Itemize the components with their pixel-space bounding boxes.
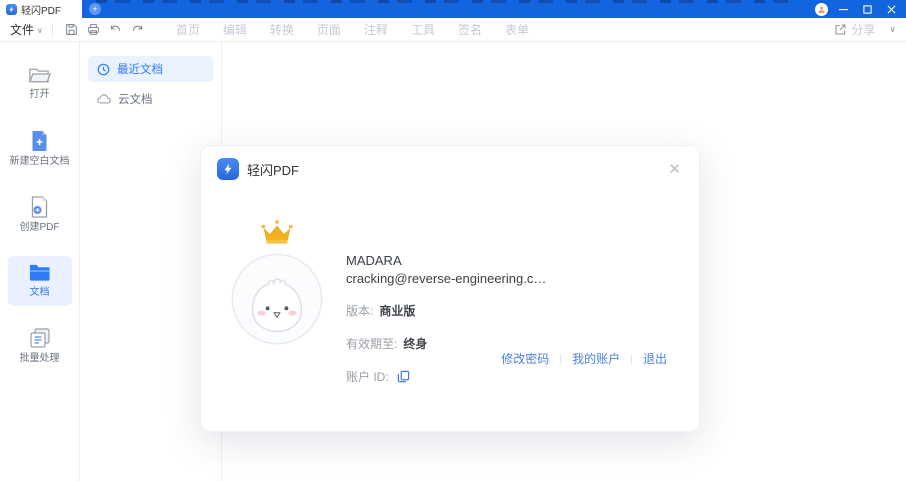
close-button[interactable] — [882, 2, 900, 16]
maximize-button[interactable] — [858, 2, 876, 16]
batch-process-icon — [29, 328, 50, 348]
sidebar-item-batch-process[interactable]: 批量处理 — [8, 320, 72, 373]
collapse-toolbar-chevron-icon[interactable]: ∨ — [889, 24, 896, 35]
redo-button[interactable] — [128, 21, 148, 39]
sidebar-item-label: 文档 — [29, 286, 50, 298]
menu-tab-forms[interactable]: 表单 — [505, 21, 529, 38]
logout-link[interactable]: 退出 — [643, 350, 667, 367]
app-tab-title: 轻闪PDF — [21, 5, 61, 17]
sidebar-item-open[interactable]: 打开 — [8, 58, 72, 109]
titlebar: 轻闪PDF + — [0, 0, 906, 18]
menu-tab-edit[interactable]: 编辑 — [223, 21, 247, 38]
app-logo-icon — [6, 3, 17, 15]
new-blank-doc-icon — [32, 130, 47, 151]
change-password-link[interactable]: 修改密码 — [501, 350, 549, 367]
version-row: 版本: 商业版 — [346, 302, 546, 319]
sidebar: 打开 新建空白文档 创建PDF 文档 批量处理 — [0, 42, 80, 481]
menu-tab-tools[interactable]: 工具 — [411, 21, 435, 38]
account-id-label: 账户 ID: — [346, 370, 389, 384]
user-avatar-icon[interactable] — [815, 2, 828, 16]
menu-tab-sign[interactable]: 签名 — [458, 21, 482, 38]
version-value: 商业版 — [379, 304, 416, 318]
toolbar: 文件 ∨ 首页 编辑 转换 页面 注释 工具 签名 表单 分享 ∨ — [0, 18, 906, 42]
sidebar-item-new-blank-doc[interactable]: 新建空白文档 — [8, 123, 72, 176]
copy-account-id-button[interactable] — [397, 370, 410, 383]
sidebar-item-create-pdf[interactable]: 创建PDF — [8, 189, 72, 242]
sidebar-item-label: 新建空白文档 — [9, 155, 70, 167]
sidebar-item-label: 打开 — [29, 89, 50, 100]
cloud-icon — [97, 94, 111, 104]
panel-item-label: 云文档 — [118, 94, 153, 106]
dialog-title: 轻闪PDF — [247, 162, 300, 178]
account-name: MADARA — [346, 253, 402, 268]
copy-icon — [397, 370, 409, 383]
link-divider: | — [559, 352, 563, 365]
app-tab[interactable]: 轻闪PDF — [0, 0, 82, 18]
menu-tabs: 首页 编辑 转换 页面 注释 工具 签名 表单 — [176, 21, 529, 38]
file-menu-button[interactable]: 文件 ∨ — [10, 21, 43, 38]
clock-icon — [97, 63, 110, 75]
open-folder-icon — [29, 68, 51, 83]
share-edit-icon — [835, 24, 846, 35]
undo-button[interactable] — [106, 21, 126, 39]
minimize-button[interactable] — [834, 2, 852, 16]
menu-tab-annotate[interactable]: 注释 — [364, 21, 388, 38]
sidebar-item-label: 创建PDF — [19, 222, 60, 233]
menu-tab-pages[interactable]: 页面 — [317, 21, 341, 38]
version-label: 版本: — [346, 304, 374, 318]
account-id-row: 账户 ID: — [346, 368, 546, 385]
panel-item-label: 最近文档 — [117, 64, 163, 76]
account-email: cracking@reverse-engineering.c… — [346, 271, 547, 286]
file-menu-label: 文件 — [10, 23, 35, 37]
save-button[interactable] — [62, 21, 82, 39]
chevron-down-icon: ∨ — [37, 26, 43, 35]
dialog-app-logo-icon — [217, 158, 239, 180]
share-button[interactable]: 分享 — [834, 21, 875, 38]
new-tab-button[interactable]: + — [89, 3, 101, 15]
account-dialog: 轻闪PDF ✕ MADARA cracking@reverse-engineer… — [200, 145, 700, 432]
avatar-character-image — [231, 253, 323, 345]
dialog-close-icon[interactable]: ✕ — [664, 160, 685, 179]
sidebar-item-label: 批量处理 — [19, 353, 60, 364]
toolbar-divider — [51, 23, 53, 36]
panel-item-cloud-docs[interactable]: 云文档 — [88, 86, 213, 112]
create-pdf-icon — [31, 196, 48, 218]
crown-icon — [259, 219, 295, 252]
documents-folder-icon — [29, 264, 50, 281]
print-button[interactable] — [84, 21, 104, 39]
panel-item-recent-docs[interactable]: 最近文档 — [88, 56, 213, 82]
menu-tab-home[interactable]: 首页 — [176, 21, 200, 38]
expiry-label: 有效期至: — [346, 337, 398, 351]
titlebar-clipped-text — [96, 0, 796, 3]
expiry-value: 终身 — [403, 337, 428, 351]
share-label: 分享 — [851, 23, 876, 37]
account-avatar — [230, 220, 324, 346]
sidebar-item-documents[interactable]: 文档 — [7, 255, 72, 306]
my-account-link[interactable]: 我的账户 — [572, 350, 620, 367]
menu-tab-convert[interactable]: 转换 — [270, 21, 294, 38]
link-divider: | — [630, 352, 633, 365]
